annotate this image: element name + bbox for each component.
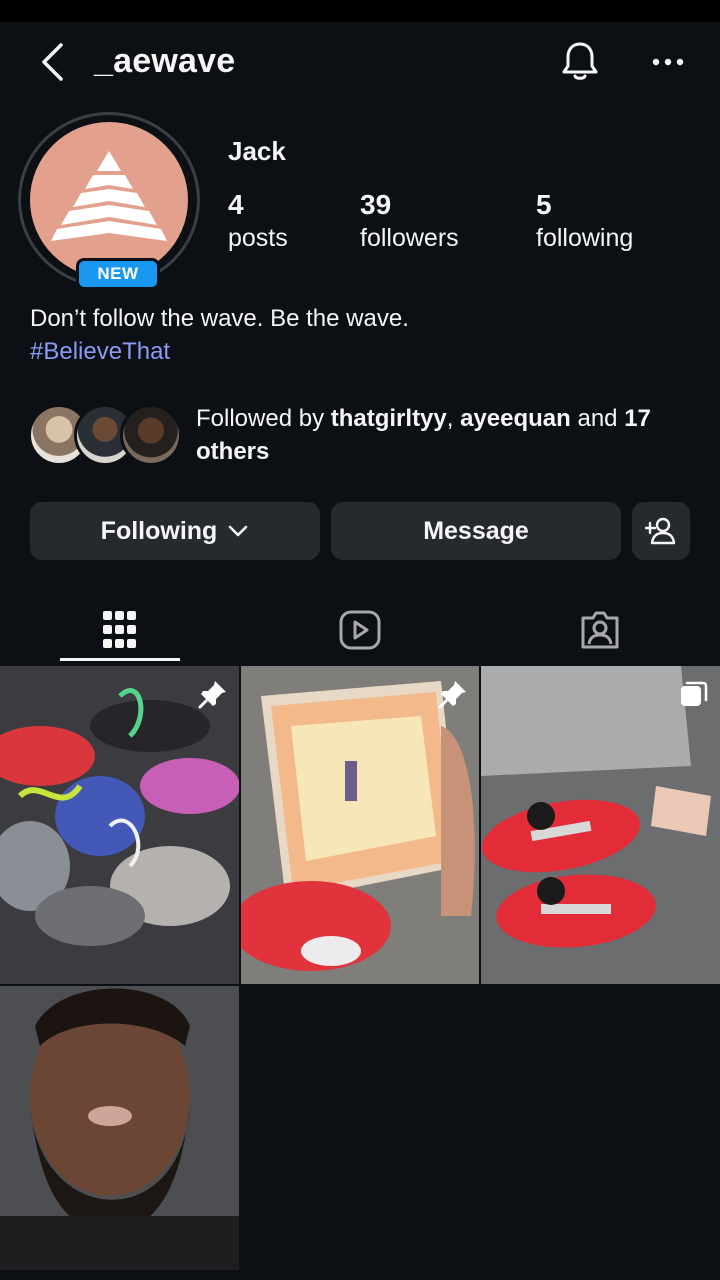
display-name: Jack (228, 136, 286, 166)
stat-followers[interactable]: 39 followers (360, 188, 459, 254)
stat-label: followers (360, 224, 459, 252)
followed-by-avatars[interactable] (28, 404, 184, 466)
profile-header: _aewave (0, 22, 720, 104)
following-label: Following (100, 516, 218, 545)
following-button[interactable]: Following (30, 502, 320, 560)
more-horizontal-icon (652, 58, 684, 66)
profile-username: _aewave (94, 42, 236, 80)
tab-tagged[interactable] (540, 596, 660, 664)
message-button[interactable]: Message (331, 502, 621, 560)
bio-text: Don’t follow the wave. Be the wave. (30, 305, 409, 332)
stat-value: 4 (228, 189, 244, 220)
add-user-icon (645, 517, 676, 545)
avatar (120, 404, 182, 466)
hashtag-link[interactable]: #BelieveThat (30, 335, 409, 368)
chevron-down-icon (229, 525, 248, 537)
post-thumbnail[interactable] (0, 986, 239, 1280)
profile-avatar[interactable]: NEW (18, 112, 200, 290)
carousel-icon (681, 681, 708, 706)
post-thumbnail[interactable] (481, 666, 720, 984)
follower-name[interactable]: thatgirltyy (331, 405, 447, 432)
bio: Don’t follow the wave. Be the wave. #Bel… (30, 302, 409, 368)
stat-value: 39 (360, 189, 392, 220)
post-thumbnail[interactable] (241, 666, 479, 984)
video-thumbnail-image (0, 986, 239, 1280)
stat-label: posts (228, 224, 288, 252)
tab-reels[interactable] (300, 596, 420, 664)
followed-by-prefix: Followed by (196, 405, 331, 432)
grid-icon (103, 611, 136, 648)
pin-icon (438, 681, 466, 709)
status-bar (0, 0, 720, 22)
sneakers-pile-image (0, 666, 239, 984)
active-tab-indicator (60, 658, 180, 661)
reels-icon (339, 610, 381, 650)
tab-posts-grid[interactable] (60, 596, 180, 664)
and-text: and (570, 405, 618, 432)
bell-icon (562, 42, 598, 80)
notifications-button[interactable] (558, 38, 602, 84)
avatar (30, 122, 188, 278)
red-sneakers-image (481, 666, 720, 984)
post-thumbnail[interactable] (0, 666, 239, 984)
back-button[interactable] (32, 40, 72, 84)
new-badge: NEW (76, 258, 160, 290)
followed-by-text[interactable]: Followed by thatgirltyy, ayeequan and 17… (196, 402, 706, 468)
tagged-icon (581, 611, 619, 649)
chevron-left-icon (42, 43, 63, 81)
message-label: Message (423, 516, 529, 545)
add-user-button[interactable] (632, 502, 690, 560)
more-options-button[interactable] (646, 42, 690, 82)
separator: , (446, 405, 461, 432)
pin-icon (198, 681, 226, 709)
stat-posts[interactable]: 4 posts (228, 188, 288, 254)
profile-tabs (0, 596, 720, 664)
aewave-logo-icon (51, 151, 167, 241)
home-indicator (0, 1270, 720, 1280)
stat-value: 5 (536, 189, 552, 220)
follower-name[interactable]: ayeequan (460, 405, 571, 432)
mixtape-cd-image (241, 666, 479, 984)
stat-label: following (536, 224, 634, 252)
stat-following[interactable]: 5 following (536, 188, 633, 254)
